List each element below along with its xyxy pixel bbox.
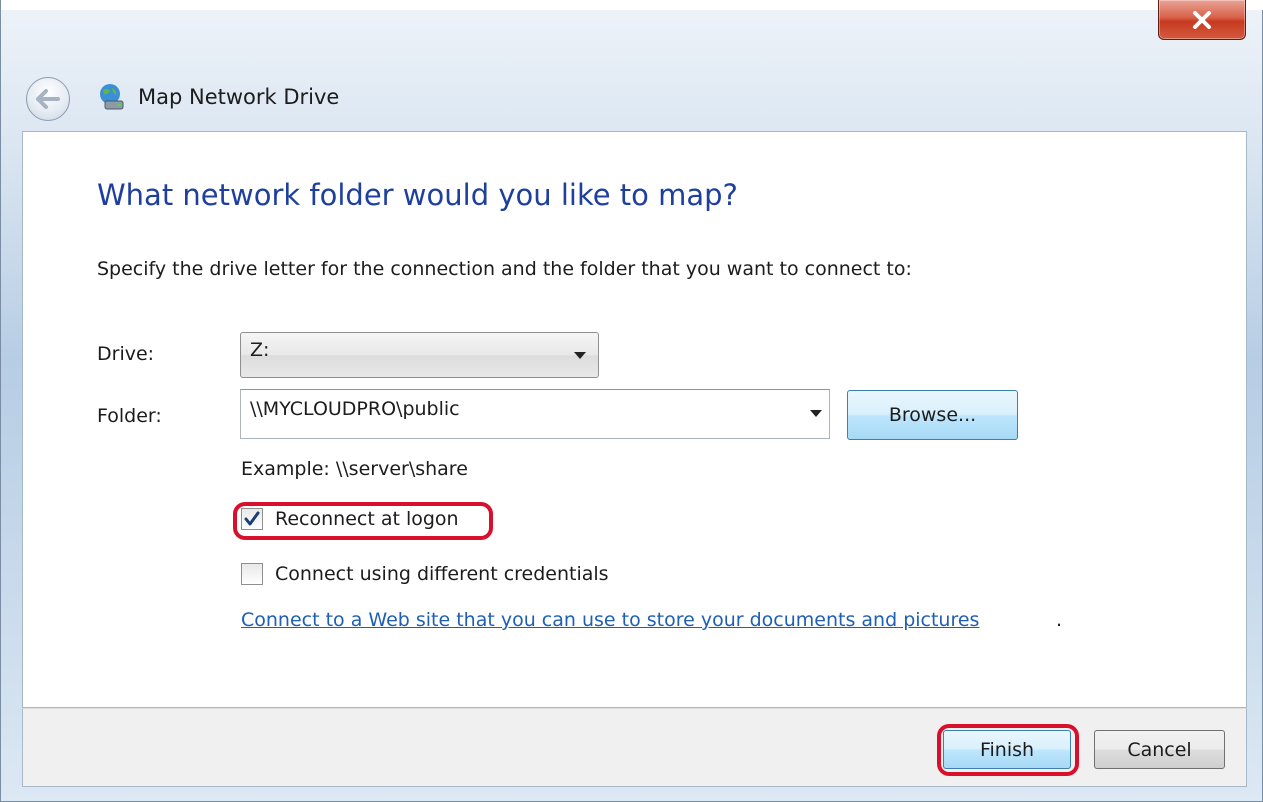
drive-select[interactable]: Z: <box>240 332 599 378</box>
close-button[interactable] <box>1158 0 1246 40</box>
link-suffix: . <box>1056 609 1063 631</box>
credentials-checkbox-row[interactable]: Connect using different credentials <box>241 563 609 585</box>
folder-dropdown-icon[interactable] <box>810 410 822 417</box>
instruction-text: Specify the drive letter for the connect… <box>97 258 912 280</box>
back-arrow-icon <box>36 89 60 109</box>
cancel-button[interactable]: Cancel <box>1094 730 1225 769</box>
example-text: Example: \\server\share <box>241 458 468 480</box>
drive-label: Drive: <box>97 343 155 365</box>
close-icon <box>1193 10 1211 29</box>
browse-button[interactable]: Browse... <box>847 390 1018 440</box>
web-site-link[interactable]: Connect to a Web site that you can use t… <box>241 609 979 631</box>
window-title: Map Network Drive <box>138 85 340 109</box>
credentials-checkbox[interactable] <box>241 563 263 585</box>
back-button[interactable] <box>26 77 70 121</box>
page-heading: What network folder would you like to ma… <box>97 178 738 212</box>
folder-input[interactable]: \\MYCLOUDPRO\public <box>240 389 830 439</box>
drive-select-value: Z: <box>250 339 270 361</box>
credentials-label: Connect using different credentials <box>275 563 609 585</box>
network-drive-icon <box>100 84 124 110</box>
reconnect-highlight <box>233 502 493 540</box>
folder-label: Folder: <box>97 405 162 427</box>
folder-input-value: \\MYCLOUDPRO\public <box>250 398 460 420</box>
window-top-edge <box>1 0 1263 10</box>
finish-highlight <box>937 724 1079 776</box>
chevron-down-icon <box>574 352 586 359</box>
